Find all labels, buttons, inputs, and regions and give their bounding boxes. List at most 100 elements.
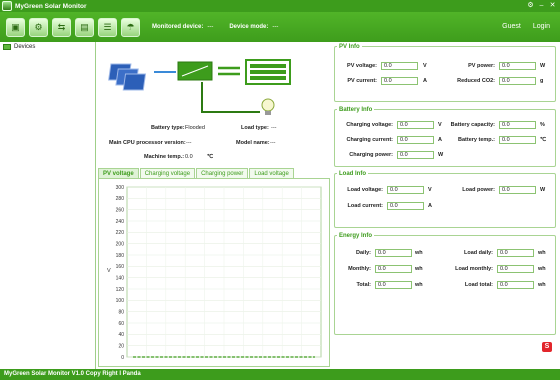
- connection-tool-icon[interactable]: ⇆: [52, 17, 71, 37]
- machine-temp-label: Machine temp.:: [144, 154, 185, 160]
- window-controls: ⚙ – ✕: [525, 0, 558, 12]
- energy-info-group: Energy Info Daily: 0.0 wh Load daily: 0.…: [334, 233, 556, 335]
- system-diagram: [108, 59, 291, 115]
- y-tick-label: 20: [118, 343, 124, 349]
- load-current-field: 0.0: [387, 202, 424, 210]
- y-tick-label: 80: [118, 309, 124, 315]
- reduced-co2-unit: g: [540, 78, 544, 84]
- load-power-unit: W: [540, 187, 546, 193]
- pv-power-unit: W: [540, 63, 546, 69]
- model-name-label: Model name:: [236, 140, 270, 146]
- chart-canvas: 0 20 40 60 80 100 120 140 160 180 200 220 240 260 280 3…: [107, 185, 322, 361]
- load-voltage-unit: V: [428, 187, 432, 193]
- load-daily-label: Load daily:: [463, 250, 493, 256]
- battery-capacity-unit: %: [540, 122, 545, 128]
- app-logo-icon: [2, 1, 12, 11]
- charging-voltage-unit: V: [438, 122, 442, 128]
- tree-item-devices[interactable]: Devices: [0, 42, 95, 52]
- battery-info-title: Battery Info: [337, 107, 375, 113]
- charging-voltage-field: 0.0: [397, 121, 434, 129]
- settings-tool-icon[interactable]: ⚙: [29, 17, 48, 37]
- charging-current-unit: A: [438, 137, 442, 143]
- load-monthly-unit: wh: [538, 266, 546, 272]
- about-tool-icon[interactable]: ☂: [121, 17, 140, 37]
- ime-icon[interactable]: S: [542, 342, 552, 352]
- load-power-label: Load power:: [462, 187, 495, 193]
- model-name-value: ---: [270, 140, 276, 146]
- tab-charging-voltage[interactable]: Charging voltage: [139, 168, 196, 178]
- tab-charging-power[interactable]: Charging power: [196, 168, 249, 178]
- pv-voltage-unit: V: [423, 63, 427, 69]
- pv-voltage-field: 0.0: [381, 62, 418, 70]
- pv-current-field: 0.0: [381, 77, 418, 85]
- load-total-field: 0.0: [497, 281, 534, 289]
- toolbar: ▣ ⚙ ⇆ ▤ ☰ ☂ Monitored device: --- Device…: [0, 12, 560, 42]
- y-tick-label: 280: [116, 196, 125, 202]
- close-button[interactable]: ✕: [547, 0, 558, 12]
- minimize-button[interactable]: –: [536, 0, 547, 12]
- load-daily-unit: wh: [538, 250, 546, 256]
- y-axis-label: V: [107, 268, 111, 274]
- load-monthly-label: Load monthly:: [455, 266, 493, 272]
- device-mode-label: Device mode:: [229, 24, 269, 30]
- charging-current-field: 0.0: [397, 136, 434, 144]
- pv-info-title: PV Info: [337, 44, 362, 50]
- window-title: MyGreen Solar Monitor: [15, 2, 87, 10]
- cpu-version-label: Main CPU processor version:: [109, 140, 186, 146]
- monitored-device-value: ---: [207, 24, 214, 30]
- charging-current-label: Charging current:: [346, 137, 393, 143]
- solar-panel-icon: [108, 63, 147, 91]
- login-button[interactable]: Login: [533, 23, 550, 30]
- load-power-field: 0.0: [499, 186, 536, 194]
- monthly-unit: wh: [415, 266, 423, 272]
- chart-tabs: PV voltage Charging voltage Charging pow…: [98, 168, 295, 178]
- monthly-field: 0.0: [375, 265, 412, 273]
- y-tick-label: 140: [116, 275, 125, 281]
- tab-load-voltage[interactable]: Load voltage: [249, 168, 294, 178]
- battery-capacity-field: 0.0: [499, 121, 536, 129]
- y-tick-label: 40: [118, 332, 124, 338]
- load-info-group: Load Info Load voltage: 0.0 V Load power…: [334, 171, 556, 228]
- machine-temp-unit: ℃: [207, 154, 214, 160]
- pv-voltage-chart: 0 20 40 60 80 100 120 140 160 180 200 220 240 260 280 3…: [98, 178, 330, 367]
- reduced-co2-label: Reduced CO2:: [457, 78, 495, 84]
- chart-tool-icon[interactable]: ▤: [75, 17, 94, 37]
- y-tick-label: 200: [116, 241, 125, 247]
- monitor-tool-icon[interactable]: ▣: [6, 17, 25, 37]
- y-tick-label: 0: [121, 355, 124, 361]
- load-current-label: Load current:: [347, 203, 383, 209]
- y-tick-label: 100: [116, 298, 125, 304]
- tab-pv-voltage[interactable]: PV voltage: [98, 168, 139, 178]
- load-total-label: Load total:: [464, 282, 493, 288]
- battery-temp-field: 0.0: [499, 136, 536, 144]
- settings-icon[interactable]: ⚙: [525, 0, 536, 12]
- load-info-title: Load Info: [337, 171, 368, 177]
- energy-info-title: Energy Info: [337, 233, 375, 239]
- pv-current-unit: A: [423, 78, 427, 84]
- y-tick-label: 300: [116, 185, 125, 191]
- y-tick-label: 240: [116, 219, 125, 225]
- monitored-device-info: Monitored device: --- Device mode: ---: [152, 24, 278, 30]
- status-bar: MyGreen Solar Monitor V1.0 Copy Right I …: [0, 369, 560, 380]
- load-current-unit: A: [428, 203, 432, 209]
- load-voltage-field: 0.0: [387, 186, 424, 194]
- load-type-value: ---: [271, 125, 277, 131]
- battery-temp-unit: ℃: [540, 137, 547, 143]
- cpu-version-value: ---: [186, 140, 192, 146]
- battery-icon: [245, 59, 291, 85]
- monitor-icon: [3, 44, 11, 50]
- device-mode-value: ---: [272, 24, 279, 30]
- charging-power-unit: W: [438, 152, 444, 158]
- load-type-label: Load type:: [241, 125, 269, 131]
- y-tick-label: 120: [116, 287, 125, 293]
- pv-voltage-label: PV voltage:: [347, 63, 377, 69]
- guest-button[interactable]: Guest: [502, 23, 521, 30]
- total-unit: wh: [415, 282, 423, 288]
- battery-capacity-label: Battery capacity:: [450, 122, 495, 128]
- log-tool-icon[interactable]: ☰: [98, 17, 117, 37]
- load-monthly-field: 0.0: [497, 265, 534, 273]
- tree-item-label: Devices: [14, 44, 36, 50]
- load-voltage-label: Load voltage:: [347, 187, 383, 193]
- battery-info-group: Battery Info Charging voltage: 0.0 V Bat…: [334, 107, 556, 167]
- pv-power-field: 0.0: [499, 62, 536, 70]
